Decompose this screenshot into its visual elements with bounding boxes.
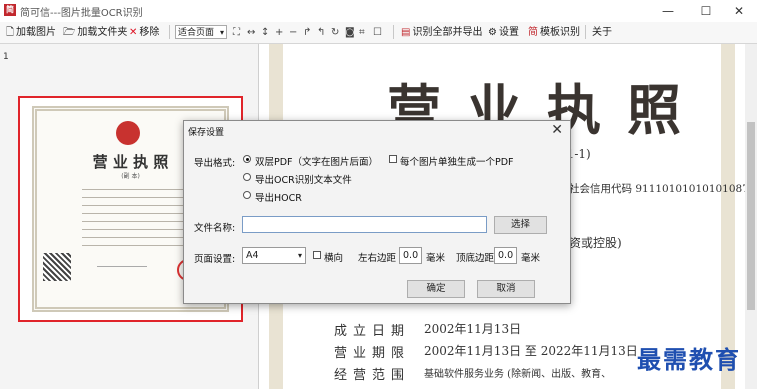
credit-code-text: 社会信用代码 91110101010101087D: [569, 183, 745, 195]
remove-label: 移除: [139, 27, 160, 38]
rotate-right-button[interactable]: ↱: [303, 25, 311, 40]
recognize-export-button[interactable]: ▤ 识别全部并导出: [401, 25, 482, 40]
term-value: 2002年11月13日 至 2022年11月13日: [424, 344, 638, 358]
rotate-cw-icon: ↻: [331, 27, 340, 38]
lr-margin-input[interactable]: 0.0: [399, 247, 422, 264]
crop-icon: ⌗: [359, 27, 365, 38]
lr-margin-label: 左右边距: [358, 253, 397, 264]
template-label: 模板识别: [540, 27, 580, 38]
image-file-icon: 🗋: [6, 27, 15, 38]
filename-input[interactable]: [242, 216, 487, 233]
save-image-button[interactable]: ◙: [345, 25, 355, 40]
template-icon: 简: [528, 27, 538, 38]
maximize-button[interactable]: ☐: [688, 0, 724, 22]
rotate-right-icon: ↱: [303, 27, 312, 38]
crop-button[interactable]: ⌗: [359, 25, 365, 40]
hocr-label[interactable]: 导出HOCR: [255, 190, 302, 204]
filename-label: 文件名称:: [194, 223, 236, 234]
national-emblem-icon: [116, 121, 140, 145]
zoom-out-icon: −: [289, 27, 298, 38]
company-type-fragment: 资或控股): [569, 236, 622, 250]
term-label: 营业期限: [334, 346, 411, 361]
add-folder-button[interactable]: 🗁 加载文件夹: [63, 25, 127, 40]
lr-margin-unit: 毫米: [426, 253, 446, 264]
settings-label: 设置: [498, 27, 519, 38]
thumbnail-page-number: 1: [3, 52, 9, 62]
ocr-text-label[interactable]: 导出OCR识别文本文件: [255, 172, 352, 186]
toolbar-separator: [393, 25, 394, 39]
rotate-left-button[interactable]: ↰: [317, 25, 325, 40]
toolbar-separator: [585, 25, 586, 39]
close-window-button[interactable]: ✕: [721, 0, 757, 22]
page-size-value: A4: [246, 250, 259, 261]
title-bar: 简 简可信---图片批量OCR识别 — ☐ ✕: [0, 0, 757, 23]
checkbox-each-pdf[interactable]: [389, 155, 397, 163]
fit-height-icon: ↕: [261, 27, 270, 38]
zoom-out-button[interactable]: −: [289, 25, 297, 40]
dialog-title: 保存设置: [188, 128, 225, 138]
select-region-button[interactable]: ☐: [373, 25, 382, 40]
dialog-close-button[interactable]: ✕: [551, 122, 563, 138]
scope-value: 基础软件服务业务 (除新闻、出版、教育、: [424, 369, 612, 380]
zoom-value: 适合页面: [178, 28, 215, 38]
radio-hocr[interactable]: [243, 191, 251, 199]
browse-button[interactable]: 选择: [494, 216, 547, 234]
thumbnail-divider: [97, 266, 147, 267]
checkbox-landscape[interactable]: [313, 251, 321, 259]
template-recognize-button[interactable]: 简模板识别: [528, 25, 580, 40]
ok-button[interactable]: 确定: [407, 280, 465, 298]
page-setup-label: 页面设置:: [194, 254, 236, 265]
fit-width-icon: ↔: [247, 27, 256, 38]
remove-x-icon: ✕: [129, 27, 138, 38]
radio-dual-layer-pdf[interactable]: [243, 155, 251, 163]
about-button[interactable]: 关于: [592, 25, 612, 40]
fit-screen-button[interactable]: ⛶: [233, 25, 240, 40]
landscape-label[interactable]: 横向: [324, 250, 343, 264]
toolbar-separator: [169, 25, 170, 39]
save-settings-dialog: 保存设置 ✕ 导出格式: 双层PDF（文字在图片后面） 每个图片单独生成一个PD…: [183, 120, 571, 304]
fit-width-button[interactable]: ↔: [247, 25, 255, 40]
established-label: 成立日期: [334, 324, 411, 339]
add-image-label: 加载图片: [16, 27, 57, 38]
tb-margin-unit: 毫米: [521, 253, 541, 264]
qr-code-icon: [43, 253, 71, 281]
established-value: 2002年11月13日: [424, 322, 522, 336]
gear-icon: ⚙: [488, 27, 497, 38]
save-image-icon: ◙: [345, 27, 355, 38]
dual-layer-pdf-label[interactable]: 双层PDF（文字在图片后面）: [255, 154, 378, 168]
each-pdf-label[interactable]: 每个图片单独生成一个PDF: [400, 154, 514, 168]
thumbnail-text-lines: [82, 189, 187, 249]
pdf-icon: ▤: [401, 27, 411, 38]
fit-screen-icon: ⛶: [233, 27, 240, 38]
brand-watermark: 最需教育: [637, 345, 741, 374]
folder-icon: 🗁: [63, 27, 76, 38]
scope-label: 经营范围: [334, 368, 411, 383]
chevron-down-icon: ▾: [297, 251, 302, 260]
app-logo-icon: 简: [4, 4, 16, 16]
scrollbar-thumb[interactable]: [747, 122, 755, 310]
tb-margin-label: 顶底边距: [456, 253, 495, 264]
settings-button[interactable]: ⚙ 设置: [488, 25, 519, 40]
rotate-left-icon: ↰: [317, 27, 326, 38]
format-label: 导出格式:: [194, 158, 236, 169]
select-region-icon: ☐: [373, 27, 382, 38]
add-image-button[interactable]: 🗋 加载图片: [6, 25, 56, 40]
window-title: 简可信---图片批量OCR识别: [20, 8, 143, 19]
page-size-select[interactable]: A4 ▾: [242, 247, 306, 264]
zoom-in-button[interactable]: +: [275, 25, 283, 40]
zoom-select[interactable]: 适合页面 ▾: [175, 25, 227, 39]
remove-button[interactable]: ✕ 移除: [129, 25, 159, 40]
add-folder-label: 加载文件夹: [77, 27, 128, 38]
recognize-export-label: 识别全部并导出: [412, 27, 483, 38]
rotate-cw-button[interactable]: ↻: [331, 25, 339, 40]
tb-margin-input[interactable]: 0.0: [494, 247, 517, 264]
preview-scrollbar[interactable]: [745, 44, 757, 389]
zoom-in-icon: +: [275, 27, 284, 38]
cancel-button[interactable]: 取消: [477, 280, 535, 298]
chevron-down-icon: ▾: [219, 28, 224, 37]
minimize-button[interactable]: —: [650, 0, 686, 22]
radio-ocr-text[interactable]: [243, 173, 251, 181]
fit-height-button[interactable]: ↕: [261, 25, 269, 40]
